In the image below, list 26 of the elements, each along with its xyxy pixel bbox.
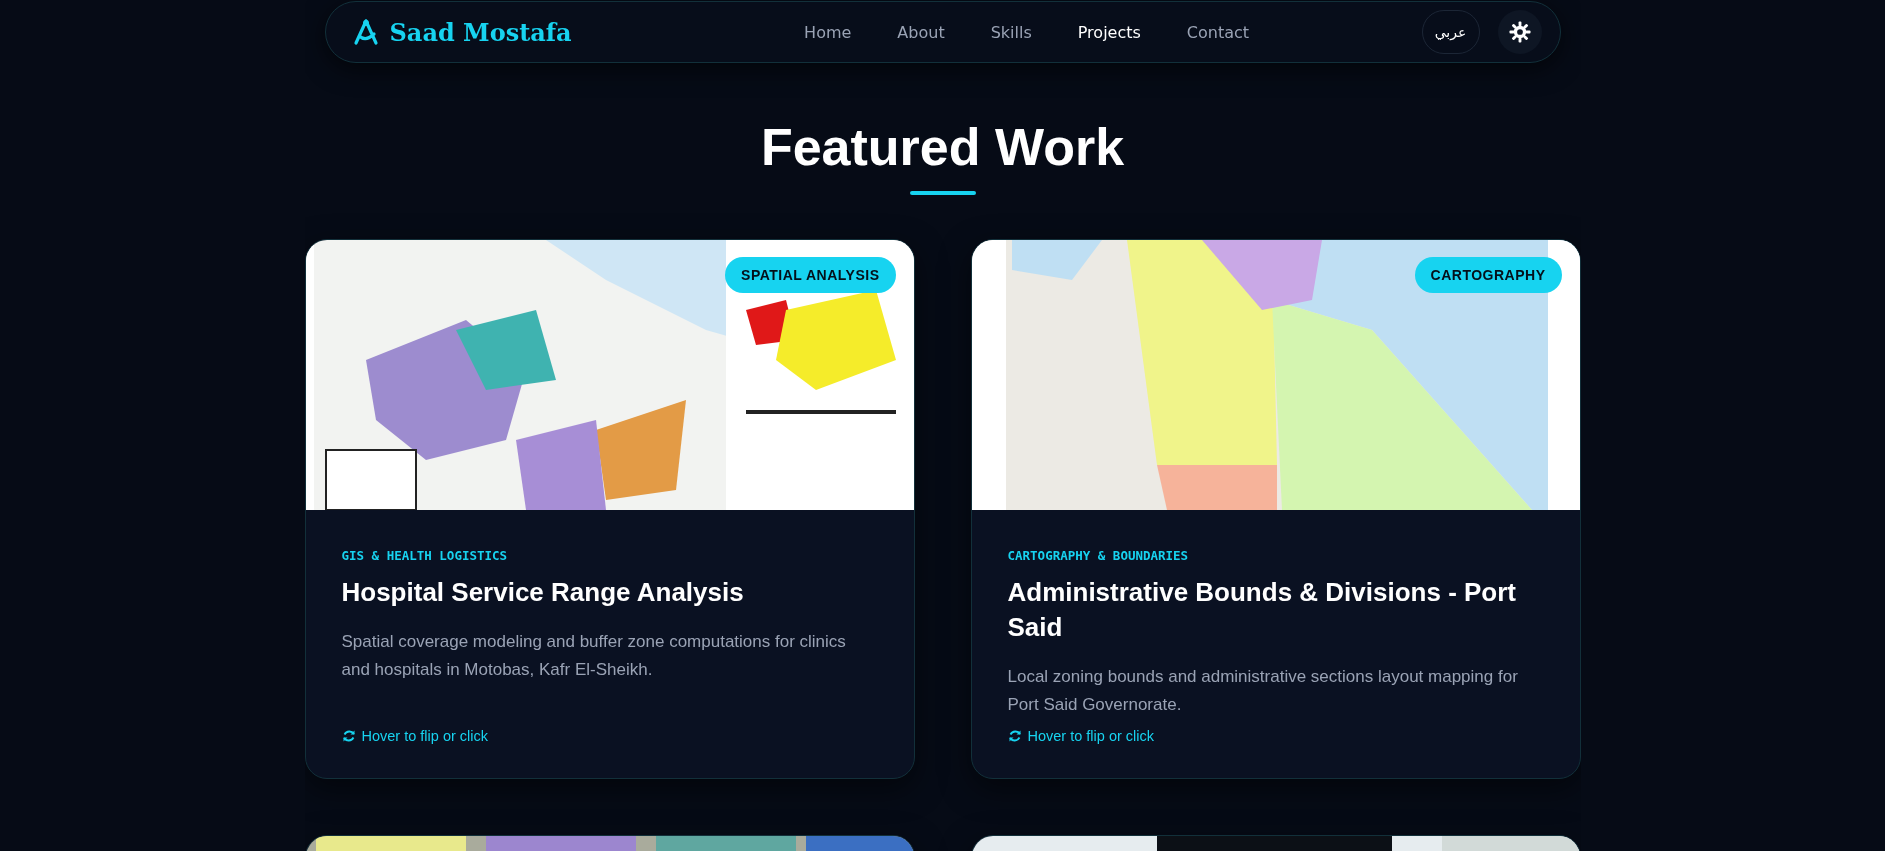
- project-card[interactable]: [304, 239, 915, 779]
- refresh-icon: [341, 729, 356, 743]
- project-title: Administrative Bounds & Divisions - Port Said: [1007, 576, 1517, 644]
- brand-name[interactable]: Saad Mostafa: [389, 17, 572, 47]
- flip-hint: Hover to flip or click: [1027, 728, 1154, 744]
- project-card[interactable]: CARTOGRAPHY CARTOGRAPHY & BOUNDARIES Administrative Bounds & Divisions - Port Said Local zoning bounds and administrative sections layout mapping for Port Said Governorate. Hover to flip or click: [970, 239, 1581, 779]
- sun-icon: [1508, 21, 1531, 43]
- project-description: Spatial coverage modeling and buffer zone computations for clinics and hospitals in Motobas, Kafr El-Sheikh.: [341, 631, 847, 681]
- theme-toggle-button[interactable]: [1497, 10, 1542, 54]
- compass-logo-icon: [351, 18, 380, 46]
- project-category: CARTOGRAPHY & BOUNDARIES: [1007, 548, 1189, 563]
- nav-link[interactable]: About: [897, 22, 945, 42]
- nav-link[interactable]: Projects: [1077, 22, 1141, 42]
- nav-link[interactable]: Home: [804, 22, 852, 42]
- flip-hint: Hover to flip or click: [361, 728, 488, 744]
- project-title: Hospital Service Range Analysis: [341, 576, 745, 609]
- nav-link[interactable]: Contact: [1186, 22, 1250, 42]
- project-description: Local zoning bounds and administrative sections layout mapping for Port Said Governorate.: [1007, 666, 1519, 716]
- section-title: Featured Work: [760, 117, 1125, 178]
- project-category: GIS & HEALTH LOGISTICS: [341, 548, 508, 563]
- category-badge: SPATIAL ANALYSIS: [725, 257, 896, 293]
- language-button[interactable]: عربي: [1421, 10, 1480, 54]
- category-badge: CARTOGRAPHY: [1414, 257, 1562, 293]
- nav-link[interactable]: Skills: [990, 22, 1032, 42]
- title-underline: [909, 191, 976, 195]
- refresh-icon: [1007, 729, 1022, 743]
